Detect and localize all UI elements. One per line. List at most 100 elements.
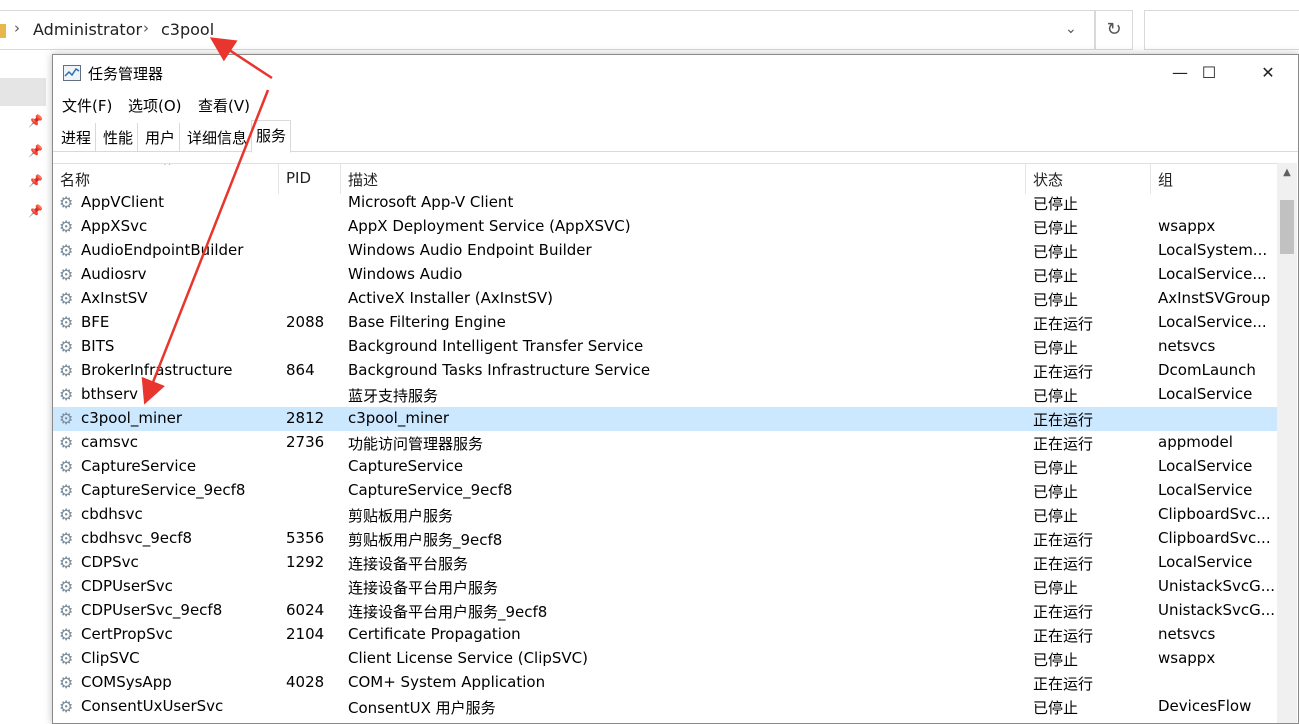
title-bar[interactable]: 任务管理器 — ☐ ✕: [53, 55, 1298, 91]
cell-pid: 1292: [286, 553, 325, 571]
pin-icon: 📌: [28, 114, 43, 128]
task-manager-window: 任务管理器 — ☐ ✕ 文件(F) 选项(O) 查看(V) 进程 性能 用户 详…: [52, 54, 1299, 724]
column-header-status[interactable]: 状态: [1026, 164, 1151, 194]
cell-status: 已停止: [1033, 219, 1079, 237]
cell-group: wsappx: [1158, 649, 1216, 667]
menu-bar: 文件(F) 选项(O) 查看(V): [53, 91, 1298, 117]
cell-description: CaptureService: [348, 457, 464, 475]
tab-services[interactable]: 服务: [251, 120, 292, 153]
cell-status: 已停止: [1033, 291, 1079, 309]
table-row[interactable]: ⚙ cbdhsvc_9ecf8 5356 剪贴板用户服务_9ecf8 正在运行 Clipb…: [53, 527, 1277, 551]
menu-options[interactable]: 选项(O): [128, 95, 182, 116]
cell-group: LocalService: [1158, 385, 1253, 403]
table-row[interactable]: ⚙ c3pool_miner 2812 c3pool_miner 正在运行: [53, 407, 1277, 431]
service-gear-icon: ⚙: [59, 433, 74, 452]
search-input[interactable]: [1144, 10, 1299, 50]
menu-file[interactable]: 文件(F): [62, 95, 112, 116]
close-button[interactable]: ✕: [1239, 55, 1297, 91]
table-row[interactable]: ⚙ BrokerInfrastructure 864 Background Tasks…: [53, 359, 1277, 383]
table-row[interactable]: ⚙ AppXSvc AppX Deployment Service (AppXSVC…: [53, 215, 1277, 239]
table-row[interactable]: ⚙ CertPropSvc 2104 Certificate Propagation 正…: [53, 623, 1277, 647]
cell-name: cbdhsvc: [81, 505, 143, 523]
pin-icon: 📌: [28, 144, 43, 158]
table-row[interactable]: ⚙ CaptureService CaptureService 已停止 LocalSer…: [53, 455, 1277, 479]
cell-description: 连接设备平台服务: [348, 555, 469, 573]
service-gear-icon: ⚙: [59, 385, 74, 404]
cell-group: AxInstSVGroup: [1158, 289, 1271, 307]
cell-status: 正在运行: [1033, 603, 1094, 621]
chevron-down-icon[interactable]: ⌄: [1065, 21, 1077, 37]
cell-status: 正在运行: [1033, 363, 1094, 381]
table-row[interactable]: ⚙ cbdhsvc 剪贴板用户服务 已停止 ClipboardSvc...: [53, 503, 1277, 527]
cell-status: 已停止: [1033, 267, 1079, 285]
cell-pid: 4028: [286, 673, 325, 691]
column-header-pid[interactable]: PID: [279, 164, 341, 194]
column-header-description[interactable]: 描述: [341, 164, 1026, 194]
menu-view[interactable]: 查看(V): [198, 95, 250, 116]
table-row[interactable]: ⚙ ConsentUxUserSvc ConsentUX 用户服务 已停止 Device…: [53, 695, 1277, 719]
table-row[interactable]: ⚙ ClipSVC Client License Service (ClipSVC)…: [53, 647, 1277, 671]
cell-name: CertPropSvc: [81, 625, 173, 643]
cell-group: LocalService: [1158, 457, 1253, 475]
cell-description: 剪贴板用户服务: [348, 507, 454, 525]
cell-description: COM+ System Application: [348, 673, 546, 691]
cell-group: LocalService: [1158, 553, 1253, 571]
nav-pane-selected-item[interactable]: [0, 78, 46, 106]
service-gear-icon: ⚙: [59, 193, 74, 212]
service-gear-icon: ⚙: [59, 337, 74, 356]
table-row[interactable]: ⚙ COMSysApp 4028 COM+ System Application 正在运…: [53, 671, 1277, 695]
table-row[interactable]: ⚙ CDPUserSvc_9ecf8 6024 连接设备平台用户服务_9ecf8 正在运…: [53, 599, 1277, 623]
table-row[interactable]: ⚙ CDPSvc 1292 连接设备平台服务 正在运行 LocalService: [53, 551, 1277, 575]
cell-description: 连接设备平台用户服务: [348, 579, 499, 597]
chevron-right-icon: ›: [14, 19, 20, 37]
tab-details[interactable]: 详细信息: [183, 123, 253, 152]
table-row[interactable]: ⚙ BFE 2088 Base Filtering Engine 正在运行 LocalSe…: [53, 311, 1277, 335]
vertical-scrollbar[interactable]: ▲: [1277, 163, 1297, 723]
cell-status: 已停止: [1033, 483, 1079, 501]
cell-name: camsvc: [81, 433, 138, 451]
service-gear-icon: ⚙: [59, 481, 74, 500]
tab-processes[interactable]: 进程: [57, 123, 97, 152]
refresh-button[interactable]: ↻: [1095, 10, 1133, 50]
cell-status: 正在运行: [1033, 675, 1094, 693]
cell-status: 已停止: [1033, 195, 1079, 213]
table-row[interactable]: ⚙ AudioEndpointBuilder Windows Audio Endpo…: [53, 239, 1277, 263]
cell-group: ClipboardSvc...: [1158, 529, 1271, 547]
tab-users[interactable]: 用户: [141, 123, 181, 152]
table-row[interactable]: ⚙ CDPUserSvc 连接设备平台用户服务 已停止 UnistackSvcG...: [53, 575, 1277, 599]
cell-status: 正在运行: [1033, 627, 1094, 645]
tab-performance[interactable]: 性能: [99, 123, 139, 152]
cell-group: netsvcs: [1158, 337, 1216, 355]
cell-status: 正在运行: [1033, 411, 1094, 429]
cell-name: AppXSvc: [81, 217, 148, 235]
breadcrumb-administrator[interactable]: Administrator: [33, 20, 142, 39]
sort-ascending-icon: ^: [163, 163, 172, 172]
table-row[interactable]: ⚙ bthserv 蓝牙支持服务 已停止 LocalService: [53, 383, 1277, 407]
scroll-up-arrow-icon[interactable]: ▲: [1277, 163, 1297, 183]
cell-name: AppVClient: [81, 193, 164, 211]
cell-description: Base Filtering Engine: [348, 313, 506, 331]
cell-name: Audiosrv: [81, 265, 147, 283]
table-row[interactable]: ⚙ camsvc 2736 功能访问管理器服务 正在运行 appmodel: [53, 431, 1277, 455]
table-header: 名称 ^ PID 描述 状态 组: [53, 164, 1277, 194]
table-row[interactable]: ⚙ AxInstSV ActiveX Installer (AxInstSV) 已停止…: [53, 287, 1277, 311]
cell-group: UnistackSvcG...: [1158, 577, 1276, 595]
cell-status: 已停止: [1033, 651, 1079, 669]
cell-pid: 2104: [286, 625, 325, 643]
maximize-button[interactable]: ☐: [1180, 55, 1238, 91]
address-bar[interactable]: › Administrator › c3pool ⌄: [0, 10, 1095, 50]
table-row[interactable]: ⚙ Audiosrv Windows Audio 已停止 LocalService...: [53, 263, 1277, 287]
cell-status: 已停止: [1033, 507, 1079, 525]
cell-name: BITS: [81, 337, 115, 355]
table-row[interactable]: ⚙ BITS Background Intelligent Transfer Ser…: [53, 335, 1277, 359]
cell-status: 已停止: [1033, 339, 1079, 357]
service-gear-icon: ⚙: [59, 625, 74, 644]
column-header-name[interactable]: 名称 ^: [53, 164, 279, 194]
breadcrumb-c3pool[interactable]: c3pool: [161, 20, 214, 39]
column-header-group[interactable]: 组: [1151, 164, 1277, 194]
cell-status: 已停止: [1033, 579, 1079, 597]
table-row[interactable]: ⚙ AppVClient Microsoft App-V Client 已停止: [53, 191, 1277, 215]
table-row[interactable]: ⚙ CaptureService_9ecf8 CaptureService_9ecf…: [53, 479, 1277, 503]
cell-name: c3pool_miner: [81, 409, 183, 427]
scrollbar-thumb[interactable]: [1280, 200, 1294, 254]
